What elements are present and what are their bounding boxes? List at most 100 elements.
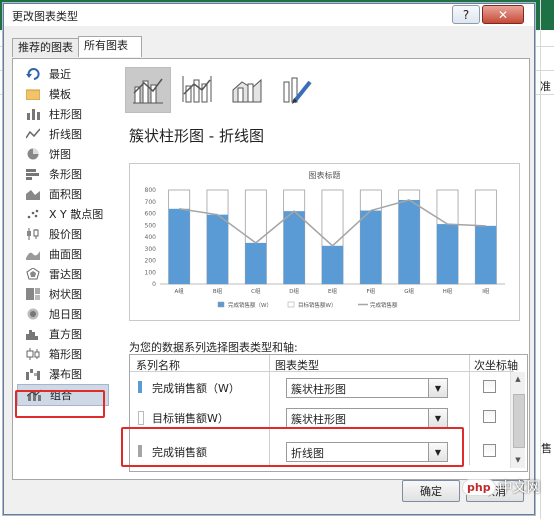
sidebar-item-label: 条形图: [49, 168, 82, 181]
treemap-icon: [25, 287, 41, 301]
highlight-box-line-series: [121, 427, 464, 467]
x-tick-label: B组: [213, 287, 223, 295]
all-charts-panel: 最近模板柱形图折线图饼图条形图面积图 X Y 散点图股价图曲面图雷达图树状图旭日图…: [12, 58, 530, 480]
y-tick-label: 100: [145, 269, 157, 276]
tab-all-charts[interactable]: 所有图表: [78, 36, 142, 57]
close-icon: ✕: [497, 7, 509, 22]
help-button[interactable]: ?: [452, 5, 480, 24]
y-tick-label: 800: [145, 187, 157, 194]
sidebar-item-label: 柱形图: [49, 108, 82, 121]
chart-type-select[interactable]: 簇状柱形图 ▼: [286, 408, 448, 428]
stock-chart-icon: [25, 227, 41, 241]
tab-recommended-charts[interactable]: 推荐的图表: [12, 38, 80, 57]
sidebar-item-folder[interactable]: 模板: [17, 85, 107, 103]
radar-chart-icon: [25, 267, 41, 281]
line-chart-icon: [25, 127, 41, 141]
legend-label: 目标销售额W）: [298, 301, 336, 309]
done-bar: [398, 199, 420, 284]
sunburst-icon: [25, 307, 41, 321]
change-chart-type-dialog: 更改图表类型 ? ✕ 推荐的图表 所有图表 最近模板柱形图折线图饼图条形图面积图…: [3, 3, 535, 515]
x-tick-label: E组: [328, 287, 337, 295]
sidebar-item-label: 直方图: [49, 328, 82, 341]
sidebar-item-label: 折线图: [49, 128, 82, 141]
sidebar-item-line-chart[interactable]: 折线图: [17, 125, 107, 143]
legend-label: 完成销售额（W）: [228, 301, 272, 309]
done-bar: [245, 242, 267, 284]
sidebar-item-label: 树状图: [49, 288, 82, 301]
legend-swatch: [217, 301, 225, 308]
sidebar-item-bar-chart[interactable]: 条形图: [17, 165, 107, 183]
dialog-title: 更改图表类型: [12, 10, 78, 23]
sidebar-item-recent[interactable]: 最近: [17, 65, 107, 83]
y-tick-label: 700: [145, 199, 157, 206]
header-divider: [130, 371, 514, 372]
x-tick-label: F组: [366, 287, 375, 295]
vertical-scrollbar[interactable]: ▲ ▼: [510, 372, 525, 468]
title-bar: 更改图表类型 ? ✕: [4, 4, 534, 26]
chart-type-value: 簇状柱形图: [291, 383, 346, 396]
scroll-up-icon[interactable]: ▲: [512, 373, 524, 385]
done-bar: [321, 245, 344, 284]
sidebar-item-label: 饼图: [49, 148, 71, 161]
sidebar-item-radar-chart[interactable]: 雷达图: [17, 265, 107, 283]
scatter-chart-icon: [25, 207, 41, 221]
x-tick-label: A组: [175, 287, 185, 295]
sidebar-item-label: 雷达图: [49, 268, 82, 281]
waterfall-icon: [25, 367, 41, 381]
sidebar-item-boxplot[interactable]: 箱形图: [17, 345, 107, 363]
background-cell: 售: [541, 442, 552, 455]
y-tick-label: 500: [145, 222, 157, 229]
surface-chart-icon: [25, 247, 41, 261]
sidebar-item-label: X Y 散点图: [49, 208, 104, 221]
sidebar-item-histogram[interactable]: 直方图: [17, 325, 107, 343]
secondary-axis-checkbox[interactable]: [483, 380, 496, 393]
close-button[interactable]: ✕: [482, 5, 524, 24]
y-tick-label: 200: [145, 258, 157, 265]
pie-chart-icon: [25, 147, 41, 161]
y-tick-label: 0: [152, 281, 156, 288]
y-tick-label: 300: [145, 246, 157, 253]
chevron-down-icon[interactable]: ▼: [428, 379, 447, 397]
sidebar-item-label: 最近: [49, 68, 71, 81]
highlight-box-combo: [15, 390, 105, 418]
chart-type-sidebar: 最近模板柱形图折线图饼图条形图面积图 X Y 散点图股价图曲面图雷达图树状图旭日图…: [17, 65, 109, 406]
sidebar-item-scatter-chart[interactable]: X Y 散点图: [17, 205, 107, 223]
sidebar-item-treemap[interactable]: 树状图: [17, 285, 107, 303]
y-tick-label: 400: [145, 234, 157, 241]
legend-swatch: [287, 301, 295, 308]
scroll-down-icon[interactable]: ▼: [512, 454, 524, 466]
stacked-area-column-icon[interactable]: [225, 67, 269, 111]
chart-type-select[interactable]: 簇状柱形图 ▼: [286, 378, 448, 398]
secondary-axis-checkbox[interactable]: [483, 410, 496, 423]
series-name: 目标销售额W）: [152, 412, 229, 425]
scroll-thumb[interactable]: [513, 394, 525, 448]
chart-preview: 图表标题 0 100 200 300 400 500 600 700 800 A组 B组 C组 D组 E组…: [129, 163, 520, 321]
done-bar: [436, 224, 459, 284]
sidebar-item-area-chart[interactable]: 面积图: [17, 185, 107, 203]
boxplot-icon: [25, 347, 41, 361]
done-bar: [283, 211, 305, 284]
done-bar: [168, 208, 190, 284]
sidebar-item-column-chart[interactable]: 柱形图: [17, 105, 107, 123]
secondary-axis-checkbox[interactable]: [483, 444, 496, 457]
custom-combo-icon[interactable]: [275, 67, 319, 111]
done-bar: [475, 225, 497, 284]
x-tick-label: G组: [404, 287, 414, 295]
series-color-marker: [138, 381, 142, 393]
combo-subtype-title: 簇状柱形图 - 折线图: [129, 127, 264, 145]
sidebar-item-stock-chart[interactable]: 股价图: [17, 225, 107, 243]
clustered-column-line-icon[interactable]: [125, 67, 171, 113]
ok-button[interactable]: 确定: [402, 480, 460, 502]
series-caption: 为您的数据系列选择图表类型和轴:: [129, 341, 298, 354]
sidebar-item-waterfall[interactable]: 瀑布图: [17, 365, 107, 383]
sidebar-item-sunburst[interactable]: 旭日图: [17, 305, 107, 323]
clustered-column-line-secondary-icon[interactable]: [175, 67, 219, 111]
done-bar: [206, 214, 229, 284]
folder-icon: [25, 87, 41, 101]
x-tick-label: I组: [482, 287, 490, 295]
chevron-down-icon[interactable]: ▼: [428, 409, 447, 427]
sidebar-item-surface-chart[interactable]: 曲面图: [17, 245, 107, 263]
watermark-logo: php: [462, 478, 496, 496]
x-tick-label: H组: [443, 287, 453, 295]
sidebar-item-pie-chart[interactable]: 饼图: [17, 145, 107, 163]
